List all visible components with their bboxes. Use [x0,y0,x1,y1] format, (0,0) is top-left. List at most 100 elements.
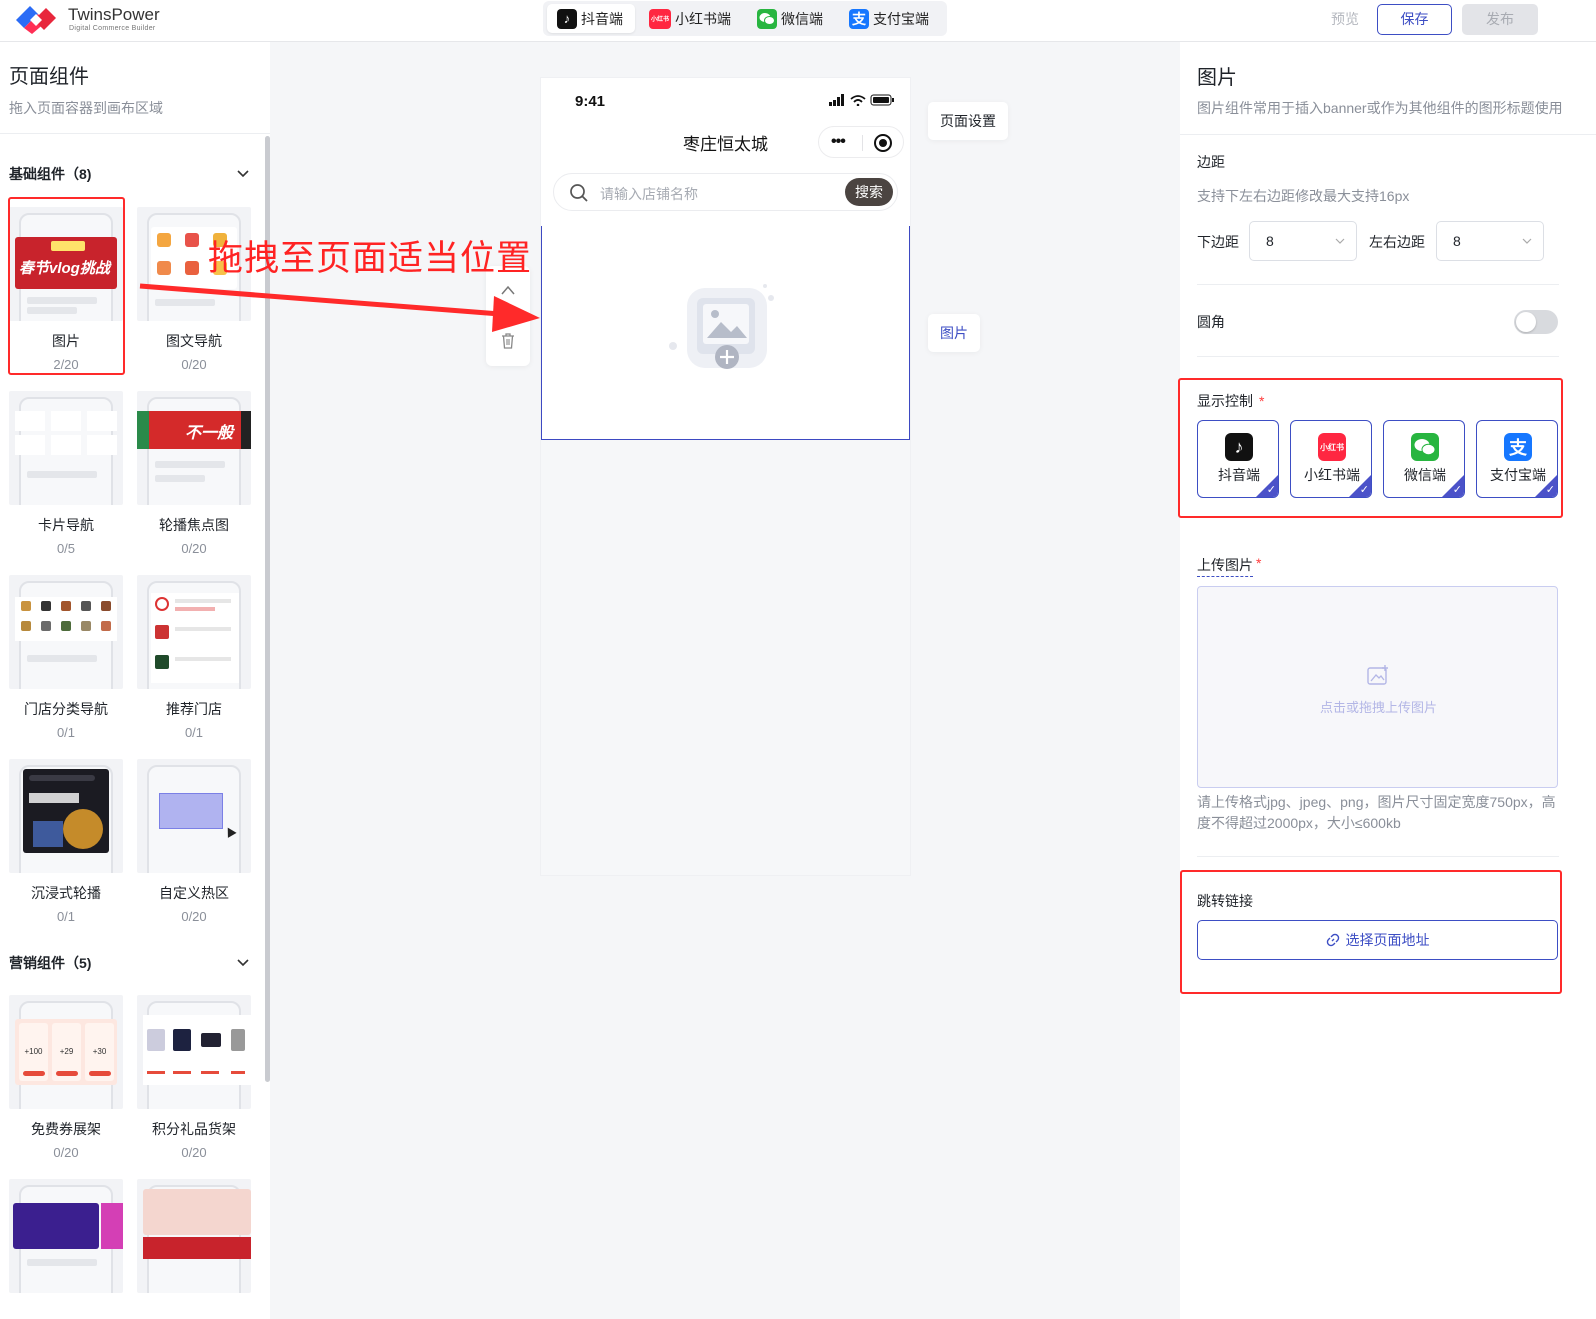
component-live-banner[interactable] [9,1179,123,1293]
component-thumbnail [137,759,251,873]
component-name: 积分礼品货架 [152,1121,236,1137]
upload-note: 请上传格式jpg、jpeg、png，图片尺寸固定宽度750px，高度不得超过20… [1197,794,1556,831]
component-name: 卡片导航 [38,517,94,533]
tab-label: 支付宝端 [873,10,929,27]
component-custom-hotspot[interactable]: 自定义热区 0/20 [137,759,251,924]
display-option-wechat[interactable]: 微信端 ✓ [1383,420,1465,498]
store-search-bar[interactable]: 请输入店铺名称 搜索 [553,173,898,211]
panel-title: 页面组件 [9,66,89,88]
display-option-alipay[interactable]: 支 支付宝端 ✓ [1476,420,1558,498]
component-points-gift-shelf[interactable]: 积分礼品货架 0/20 [137,995,251,1160]
banner-thumbnail: 春节vlog挑战 [15,237,117,289]
preview-button[interactable]: 预览 [1323,9,1367,29]
component-name: 推荐门店 [166,701,222,717]
status-time: 9:41 [575,93,606,110]
chevron-down-icon[interactable] [236,166,250,180]
component-count: 0/1 [56,909,76,924]
component-count: 0/20 [181,357,207,372]
component-thumbnail [9,1179,123,1293]
check-icon: ✓ [1545,484,1555,496]
search-icon [570,184,588,202]
link-icon [1326,933,1339,947]
display-option-tiktok[interactable]: ♪ 抖音端 ✓ [1197,420,1279,498]
wechat-icon [1411,433,1439,461]
component-count: 0/5 [56,541,76,556]
status-icons [829,94,894,106]
tab-tiktok[interactable]: ♪ 抖音端 [547,4,635,33]
margin-label: 边距 [1197,154,1225,170]
component-thumbnail [9,391,123,505]
brand-logo[interactable]: TwinsPower Digital Commerce Builder [12,2,212,38]
search-button[interactable]: 搜索 [845,178,893,206]
component-thumbnail [9,759,123,873]
group-title-marketing: 营销组件（5) [9,955,92,971]
component-thumbnail [137,995,251,1109]
display-option-xiaohongshu[interactable]: 小红书 小红书端 ✓ [1290,420,1372,498]
lr-margin-label: 左右边距 [1369,234,1425,250]
image-placeholder-icon [669,284,774,369]
platform-tabs: ♪ 抖音端 小红书 小红书端 微信端 支 支付宝端 [543,1,947,36]
properties-title: 图片 [1197,67,1237,89]
upload-label: 上传图片 [1197,555,1253,577]
bottom-margin-value: 8 [1266,233,1274,249]
brand-name: TwinsPower [68,5,160,24]
component-thumbnail: +100 +29 +30 [9,995,123,1109]
phone-header: 9:41 枣庄恒太城 ••• 请输入店铺名称 搜索 [541,78,910,226]
drag-arrow-icon [139,283,540,332]
component-count: 0/1 [184,725,204,740]
upload-placeholder: 点击或拖拽上传图片 [1319,700,1437,715]
component-thumbnail [137,1179,251,1293]
chevron-down-icon [1335,238,1345,244]
component-immersive-carousel[interactable]: 沉浸式轮播 0/1 [9,759,123,924]
component-image[interactable]: 春节vlog挑战 图片 2/20 [9,207,123,372]
mini-program-capsule[interactable]: ••• [818,126,904,158]
tiktok-icon: ♪ [1225,433,1253,461]
phone-preview: 9:41 枣庄恒太城 ••• 请输入店铺名称 搜索 [541,78,910,875]
radius-toggle[interactable] [1514,310,1558,334]
image-upload-area[interactable]: 点击或拖拽上传图片 [1197,586,1558,788]
image-component-tag[interactable]: 图片 [928,314,980,352]
tab-wechat[interactable]: 微信端 [747,4,835,33]
required-mark: * [1259,393,1265,409]
check-icon: ✓ [1266,484,1276,496]
close-target-icon[interactable] [874,134,892,152]
check-icon: ✓ [1452,484,1462,496]
tab-xiaohongshu[interactable]: 小红书 小红书端 [639,4,743,33]
component-store-category-nav[interactable]: 门店分类导航 0/1 [9,575,123,740]
tab-alipay[interactable]: 支 支付宝端 [839,4,941,33]
component-count: 0/20 [53,1145,79,1160]
save-button[interactable]: 保存 [1377,3,1452,35]
component-product-shelf[interactable] [137,1179,251,1293]
component-count: 0/20 [181,541,207,556]
twinspower-logo-icon [16,6,56,34]
component-name: 自定义热区 [159,885,229,901]
xiaohongshu-icon: 小红书 [1318,433,1346,461]
image-component-slot[interactable] [541,226,910,440]
component-count: 0/1 [56,725,76,740]
component-free-coupon-shelf[interactable]: +100 +29 +30 免费券展架 0/20 [9,995,123,1160]
brand-tagline: Digital Commerce Builder [69,25,156,32]
group-title-basic: 基础组件（8) [9,166,92,182]
chevron-down-icon[interactable] [236,955,250,969]
component-count: 0/20 [181,909,207,924]
select-page-link-button[interactable]: 选择页面地址 [1197,920,1558,960]
page-settings-tag[interactable]: 页面设置 [928,102,1008,140]
component-card-nav[interactable]: 卡片导航 0/5 [9,391,123,556]
lr-margin-value: 8 [1453,233,1461,249]
component-thumbnail: 不一般 [137,391,251,505]
component-carousel[interactable]: 不一般 轮播焦点图 0/20 [137,391,251,556]
carousel-thumbnail: 不一般 [137,411,251,449]
publish-button[interactable]: 发布 [1462,3,1538,35]
bottom-margin-select[interactable]: 8 [1249,221,1357,261]
search-placeholder: 请输入店铺名称 [600,186,698,202]
component-name: 轮播焦点图 [159,517,229,533]
lr-margin-select[interactable]: 8 [1436,221,1544,261]
component-recommended-store[interactable]: 推荐门店 0/1 [137,575,251,740]
display-control-label: 显示控制 * [1197,393,1265,409]
more-icon[interactable]: ••• [831,133,846,151]
component-count: 2/20 [53,357,79,372]
tab-label: 抖音端 [581,10,623,27]
link-label: 跳转链接 [1197,893,1253,909]
component-name: 免费券展架 [31,1121,101,1137]
bottom-margin-label: 下边距 [1197,234,1239,250]
